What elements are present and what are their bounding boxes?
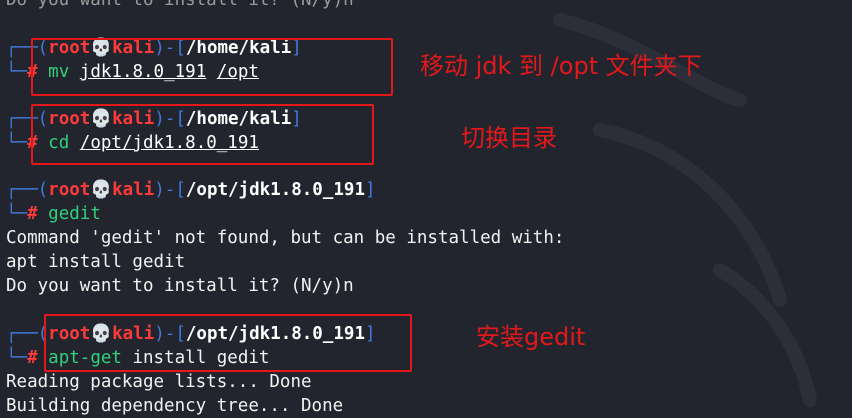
terminal-output-line: Command 'gedit' not found, but can be in… <box>6 228 565 248</box>
terminal-output-line: Reading package lists... Done <box>6 372 312 392</box>
skull-icon: 💀 <box>90 180 113 200</box>
terminal-output-line: Building dependency tree... Done <box>6 396 344 416</box>
prompt-host: kali <box>112 180 155 200</box>
highlight-box-apt-get <box>44 314 412 372</box>
annotation-apt-get: 安装gedit <box>476 323 586 351</box>
terminal-output-line: Do you want to install it? (N/y)n <box>6 276 354 296</box>
annotation-mv: 移动 jdk 到 /opt 文件夹下 <box>420 52 702 80</box>
prompt-hash: # <box>27 348 38 368</box>
terminal-output-line: apt install gedit <box>6 252 186 272</box>
prompt-hash: # <box>27 204 38 224</box>
highlight-box-cd <box>31 104 374 165</box>
annotation-cd: 切换目录 <box>461 124 557 152</box>
command-name: gedit <box>48 204 101 224</box>
prompt-line: ┌──(root💀kali)-[/opt/jdk1.8.0_191] <box>6 180 376 200</box>
prompt-path: /opt/jdk1.8.0_191 <box>185 180 365 200</box>
prompt-user: root <box>48 180 91 200</box>
highlight-box-mv <box>31 38 393 96</box>
terminal-output-line: Do you want to install it? (N/y)n <box>6 0 354 10</box>
command-line: └─# gedit <box>6 204 101 224</box>
